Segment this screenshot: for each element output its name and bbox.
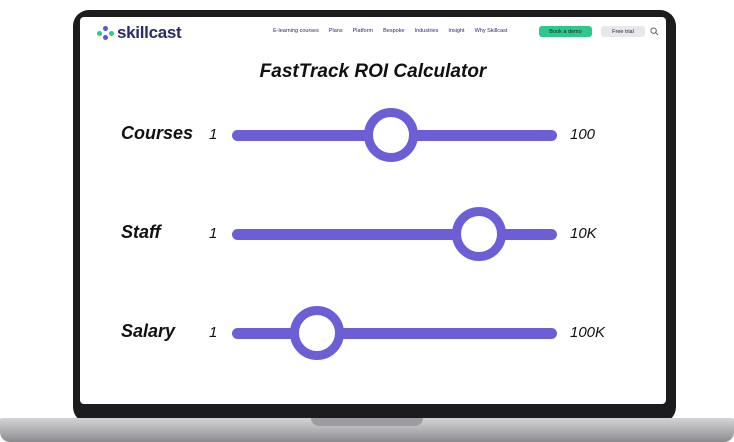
staff-slider-thumb[interactable] [452, 207, 506, 261]
nav-link-elearning-courses[interactable]: E-learning courses [273, 28, 319, 34]
salary-label: Salary [121, 321, 176, 341]
staff-slider-row: Staff 1 10K [80, 206, 666, 262]
logo-mark-icon [97, 26, 115, 40]
courses-max-label: 100 [570, 126, 596, 143]
laptop-screen: skillcast E-learning courses Plans Platf… [80, 17, 666, 404]
nav-link-plans[interactable]: Plans [329, 28, 343, 34]
salary-max-label: 100K [570, 324, 606, 341]
nav-link-platform[interactable]: Platform [353, 28, 373, 34]
staff-min-label: 1 [209, 225, 218, 242]
staff-label: Staff [121, 222, 161, 242]
courses-min-label: 1 [209, 126, 218, 143]
top-nav: skillcast E-learning courses Plans Platf… [80, 17, 666, 49]
nav-link-bespoke[interactable]: Bespoke [383, 28, 404, 34]
staff-slider-track[interactable] [232, 229, 557, 240]
logo-text: skillcast [117, 23, 182, 42]
skillcast-logo[interactable]: skillcast [97, 23, 182, 43]
laptop-base-groove [311, 418, 423, 426]
courses-slider-row: Courses 1 100 [80, 107, 666, 163]
nav-link-industries[interactable]: Industries [415, 28, 439, 34]
search-icon[interactable] [650, 27, 659, 36]
courses-slider-thumb[interactable] [364, 108, 419, 162]
nav-link-why-skillcast[interactable]: Why Skillcast [475, 28, 508, 34]
salary-slider-row: Salary 1 100K [80, 305, 666, 361]
staff-max-label: 10K [570, 225, 597, 242]
salary-slider-thumb[interactable] [289, 306, 344, 360]
courses-label: Courses [121, 123, 194, 143]
salary-slider-track[interactable] [232, 328, 557, 339]
nav-link-insight[interactable]: Insight [448, 28, 464, 34]
book-demo-button[interactable]: Book a demo [539, 26, 592, 37]
camera-notch [365, 10, 385, 15]
nav-links: E-learning courses Plans Platform Bespok… [273, 28, 517, 34]
calculator-title: FastTrack ROI Calculator [259, 61, 487, 82]
salary-min-label: 1 [209, 324, 218, 341]
free-trial-button[interactable]: Free trial [601, 26, 645, 37]
